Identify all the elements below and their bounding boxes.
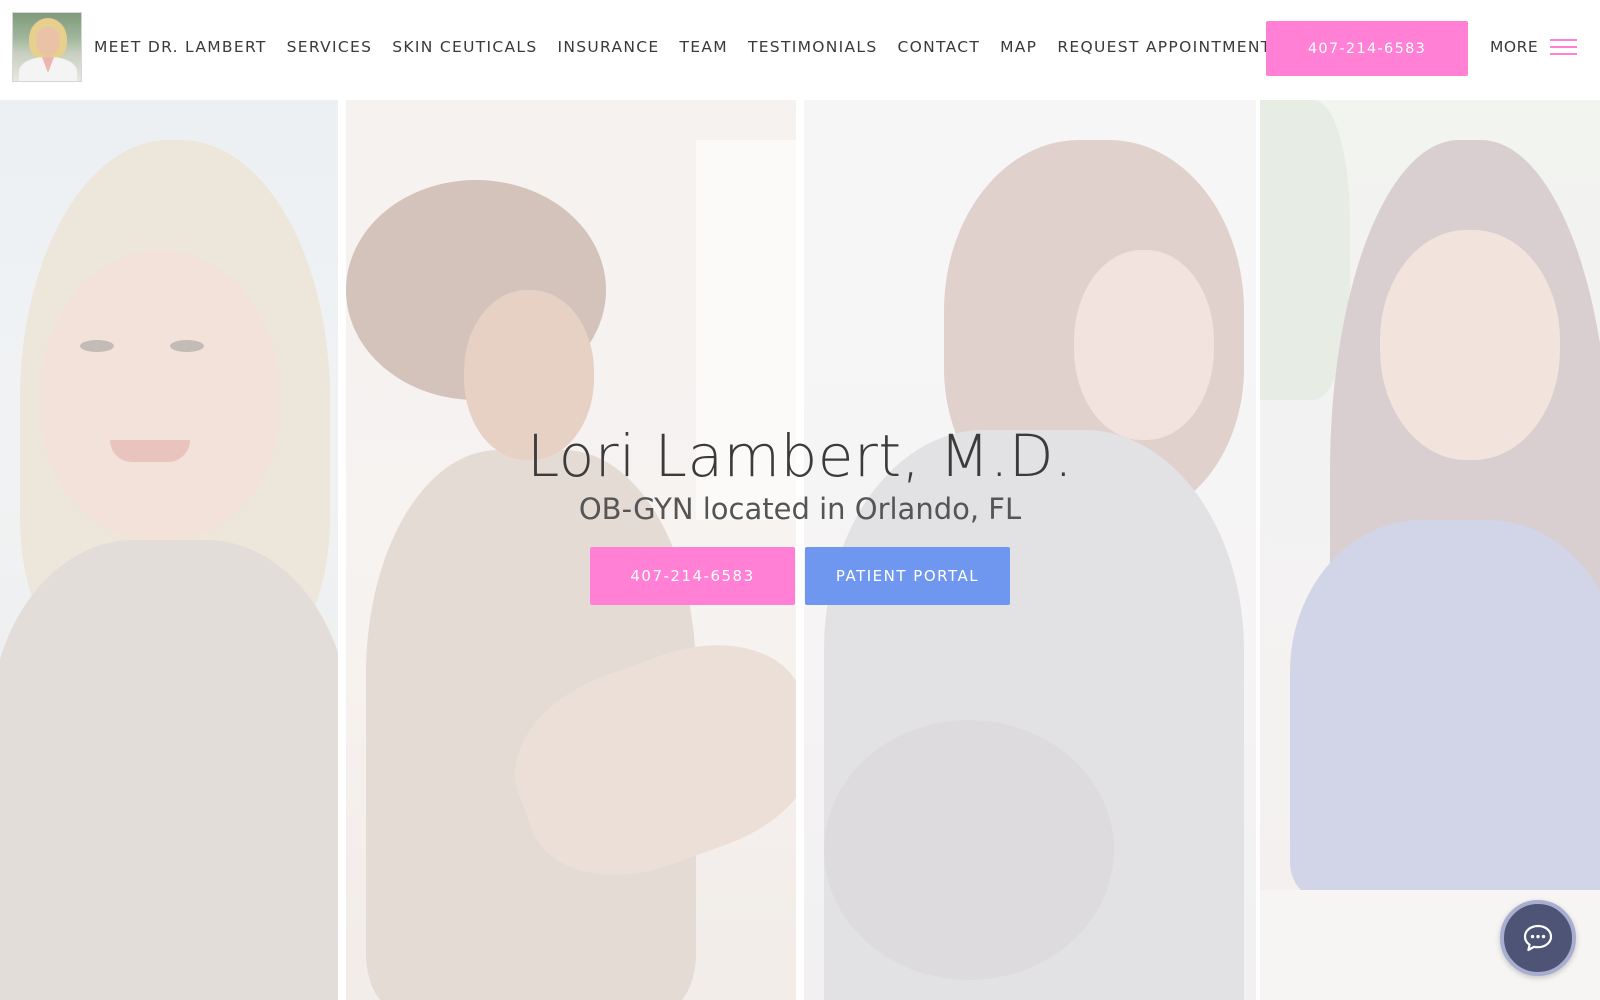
hero-phone-button[interactable]: 407-214-6583 [590,547,795,605]
header-phone-button[interactable]: 407-214-6583 [1266,21,1468,76]
hero-overlay [0,100,1600,1000]
doctor-logo-photo[interactable] [12,12,82,82]
chat-bubble-icon [1523,924,1553,952]
nav-team[interactable]: TEAM [679,38,727,56]
nav-services[interactable]: SERVICES [287,38,373,56]
nav-request-appointment[interactable]: REQUEST APPOINTMENT [1057,38,1271,56]
nav-insurance[interactable]: INSURANCE [557,38,659,56]
more-menu-toggle[interactable]: MORE [1490,38,1578,56]
nav-map[interactable]: MAP [1000,38,1037,56]
hero-subtitle: OB-GYN located in Orlando, FL [578,492,1022,526]
nav-skin-ceuticals[interactable]: SKIN CEUTICALS [392,38,537,56]
nav-contact[interactable]: CONTACT [898,38,981,56]
patient-portal-button[interactable]: PATIENT PORTAL [805,547,1010,605]
nav-meet-dr-lambert[interactable]: MEET DR. LAMBERT [94,38,267,56]
site-header: MEET DR. LAMBERT SERVICES SKIN CEUTICALS… [0,0,1600,100]
chat-button[interactable] [1500,900,1576,976]
nav-testimonials[interactable]: TESTIMONIALS [748,38,878,56]
hero-title: Lori Lambert, M.D. [526,422,1074,490]
main-nav: MEET DR. LAMBERT SERVICES SKIN CEUTICALS… [94,38,1272,56]
hamburger-icon [1550,38,1578,56]
more-label: MORE [1490,38,1539,56]
hero-section [0,100,1600,1000]
